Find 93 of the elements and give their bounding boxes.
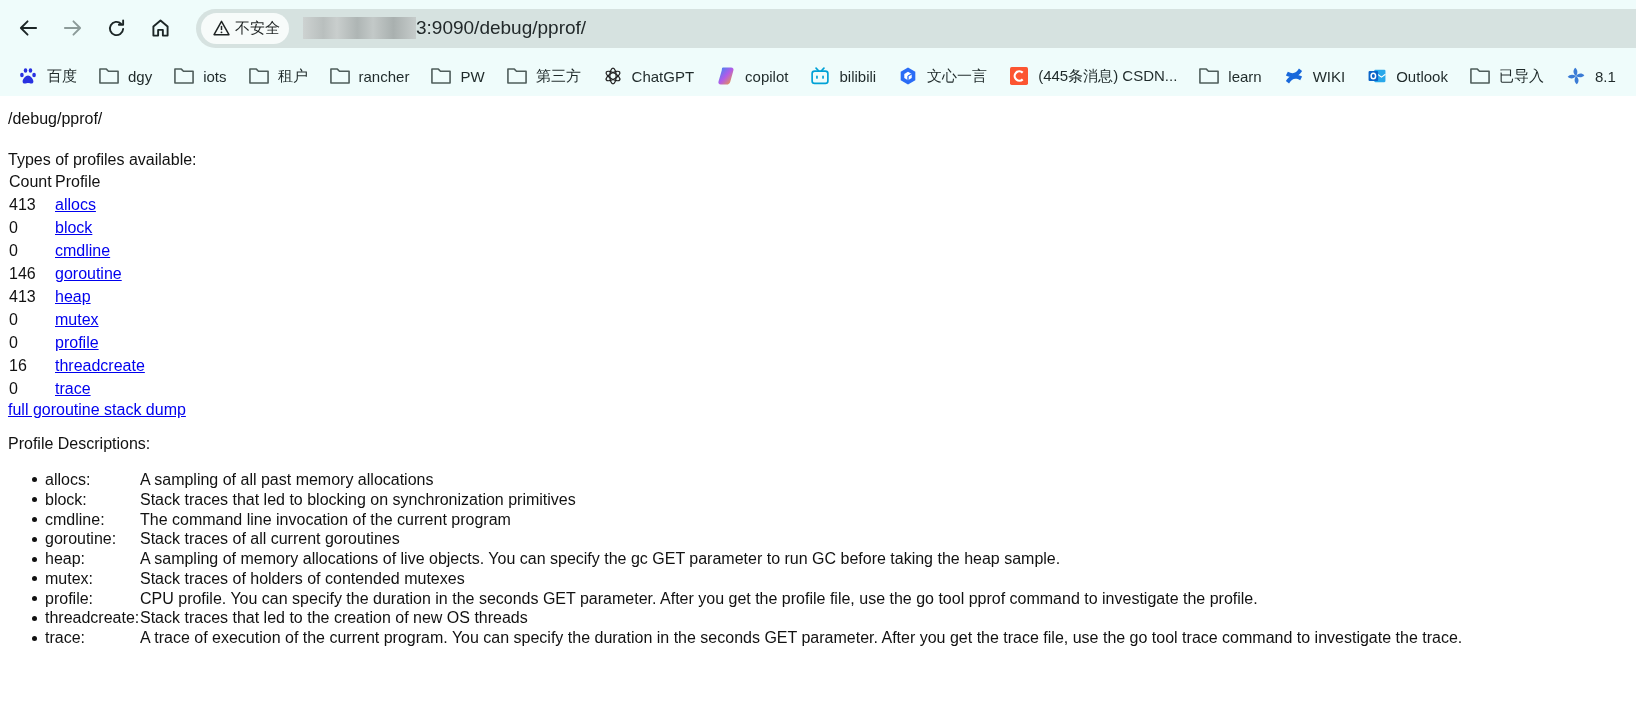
profile-description: A sampling of memory allocations of live objects. You can specify the gc GET parameter to run GC before taking the heap sample. xyxy=(140,549,1061,570)
folder-icon xyxy=(248,68,269,84)
profile-name: threadcreate: xyxy=(45,608,140,629)
back-arrow-icon xyxy=(18,19,38,37)
crossed-chevrons-icon xyxy=(1284,67,1303,85)
bookmark-item[interactable]: (445条消息) CSDN... xyxy=(998,61,1189,91)
profile-description: A trace of execution of the current program. You can specify the duration in the seconds GET parameter. After you get the trace file, use the go tool trace command to investigate the trace. xyxy=(140,628,1463,649)
count-cell-text: 0 xyxy=(9,378,19,399)
bullet-icon xyxy=(32,497,37,503)
bookmark-item[interactable]: 文心一言 xyxy=(887,61,999,91)
folder-icon xyxy=(431,68,452,84)
count-cell-text: 413 xyxy=(9,194,37,215)
bookmark-folder[interactable]: dgy xyxy=(88,61,164,91)
bullet-icon xyxy=(32,635,37,641)
folder-icon xyxy=(506,68,527,84)
hexagon-icon xyxy=(899,67,918,85)
url-text: 3:9090/debug/pprof/ xyxy=(416,17,587,39)
bullet-icon xyxy=(32,536,37,542)
pinwheel-icon xyxy=(1566,67,1585,85)
bookmark-item[interactable]: 百度 xyxy=(7,61,88,91)
page-path-heading: /debug/pprof/ xyxy=(8,109,103,129)
count-cell-text: 146 xyxy=(9,263,37,284)
gradient-swirl-icon xyxy=(717,67,736,85)
count-cell-text: 413 xyxy=(9,286,37,307)
tv-icon xyxy=(811,67,830,85)
profile-name: trace: xyxy=(45,628,86,649)
count-cell-text: 0 xyxy=(9,217,19,238)
folder-icon xyxy=(1199,68,1220,84)
mail-tile-icon xyxy=(1368,67,1387,85)
address-bar[interactable]: 不安全 3:9090/debug/pprof/ xyxy=(196,8,1636,48)
profile-description: The command line invocation of the current program xyxy=(140,509,511,530)
intro-text: Types of profiles available: xyxy=(8,150,197,170)
bookmark-item[interactable]: 8.1 xyxy=(1554,61,1627,91)
bookmark-item[interactable]: bilibili xyxy=(799,61,888,91)
bookmark-item[interactable]: copilot xyxy=(705,61,800,91)
count-cell-text: 16 xyxy=(9,355,28,376)
column-header: Count xyxy=(9,171,53,192)
profile-description: A sampling of all past memory allocations xyxy=(140,469,434,490)
bullet-icon xyxy=(32,596,37,602)
profile-link[interactable]: threadcreate xyxy=(55,356,145,374)
count-cell-text: 0 xyxy=(9,309,19,330)
profile-link[interactable]: block xyxy=(55,218,93,236)
profile-link[interactable]: goroutine xyxy=(55,264,122,282)
profile-name: goroutine: xyxy=(45,529,118,550)
folder-icon xyxy=(1469,68,1490,84)
count-cell-text: 0 xyxy=(9,332,19,353)
profile-link[interactable]: allocs xyxy=(55,195,96,213)
profile-description: Stack traces that led to the creation of new OS threads xyxy=(140,608,528,629)
paw-icon xyxy=(19,67,37,85)
reload-icon xyxy=(106,19,126,37)
home-icon xyxy=(150,19,170,37)
security-chip[interactable]: 不安全 xyxy=(201,12,289,44)
folder-icon xyxy=(329,68,350,84)
forward-arrow-icon xyxy=(62,19,82,37)
bookmark-folder[interactable]: 租户 xyxy=(237,61,319,91)
profile-name: mutex: xyxy=(45,568,94,589)
knot-logo-icon xyxy=(603,67,622,85)
bookmark-folder[interactable]: 第三方 xyxy=(495,61,592,91)
bookmark-folder[interactable]: PW xyxy=(420,61,496,91)
profile-link[interactable]: mutex xyxy=(55,310,99,328)
profile-name: heap: xyxy=(45,549,87,570)
count-cell-text: 0 xyxy=(9,240,19,261)
profile-link[interactable]: profile xyxy=(55,333,99,351)
profile-link[interactable]: cmdline xyxy=(55,241,111,259)
bookmark-item[interactable]: ChatGPT xyxy=(591,61,706,91)
profile-name: allocs: xyxy=(45,469,92,490)
bullet-icon xyxy=(32,517,37,522)
profile-description: Stack traces of holders of contended mutexes xyxy=(140,568,465,589)
folder-icon xyxy=(99,68,119,84)
profile-description: Stack traces that led to blocking on synchronization primitives xyxy=(140,489,576,510)
bookmark-folder[interactable]: learn xyxy=(1188,61,1273,91)
folder-icon xyxy=(174,68,195,84)
bookmark-folder[interactable]: iots xyxy=(163,61,238,91)
bookmark-folder[interactable]: rancher xyxy=(318,61,421,91)
bookmark-item[interactable]: WIKI xyxy=(1272,61,1357,91)
warning-icon xyxy=(213,20,230,36)
bookmark-item[interactable]: Outlook xyxy=(1356,61,1459,91)
profile-link[interactable]: heap xyxy=(55,287,91,305)
section-title: Profile Descriptions: xyxy=(8,434,151,454)
profile-name: cmdline: xyxy=(45,509,106,530)
profile-description: Stack traces of all current goroutines xyxy=(140,529,400,550)
profile-name: profile: xyxy=(45,588,95,609)
bullet-icon xyxy=(32,477,37,483)
bullet-icon xyxy=(32,576,37,582)
arc-tile-icon xyxy=(1010,67,1029,85)
bookmark-folder[interactable]: 已导入 xyxy=(1458,61,1555,91)
stack-dump-link[interactable]: full goroutine stack dump xyxy=(8,401,186,418)
profile-link[interactable]: trace xyxy=(55,379,91,397)
profile-name: block: xyxy=(45,489,88,510)
bullet-icon xyxy=(32,556,37,562)
profile-description: CPU profile. You can specify the duration in the seconds GET parameter. After you get the profile file, use the go tool pprof command to investigate the profile. xyxy=(140,588,1258,609)
column-header: Profile xyxy=(55,171,102,192)
bullet-icon xyxy=(32,615,37,621)
